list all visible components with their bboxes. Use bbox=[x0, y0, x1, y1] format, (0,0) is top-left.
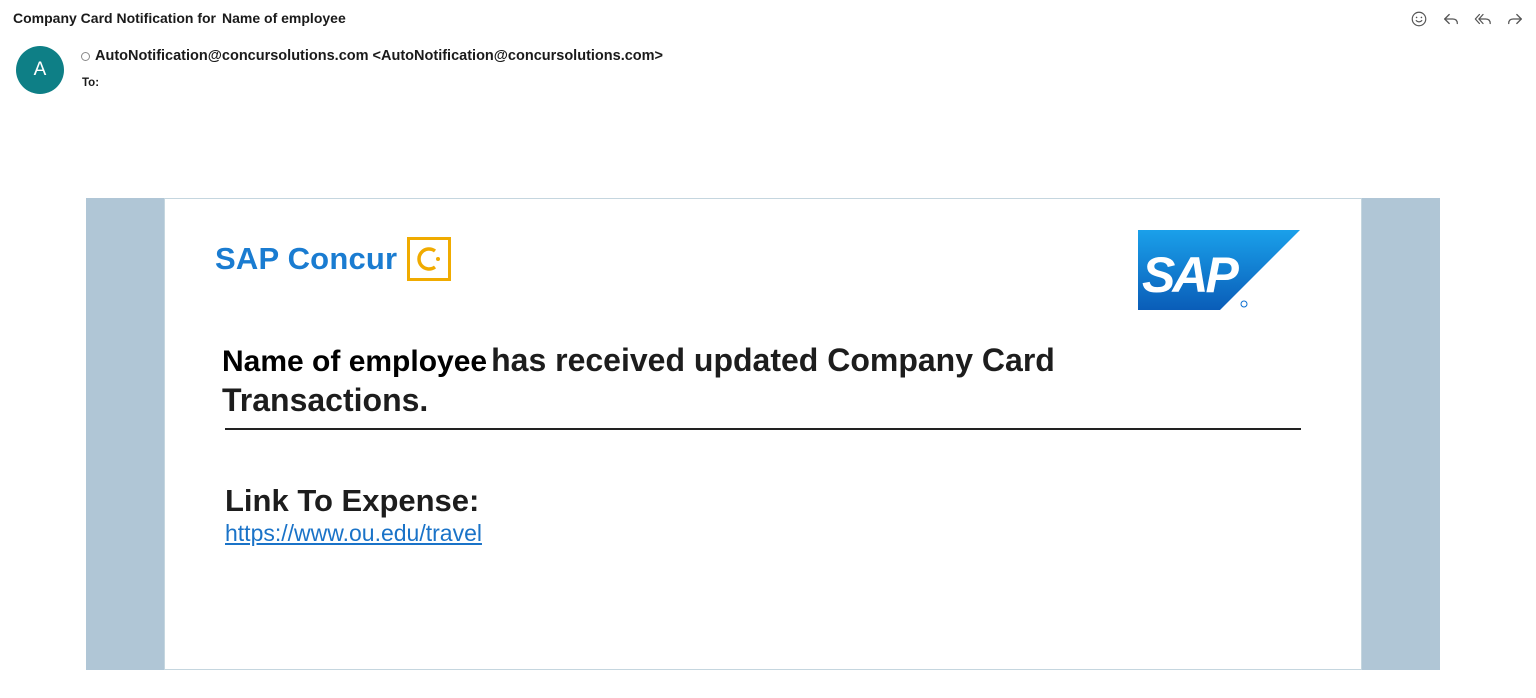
sap-concur-logo: SAP Concur bbox=[215, 237, 452, 281]
reply-button[interactable] bbox=[1440, 8, 1462, 30]
svg-text:SAP: SAP bbox=[1142, 247, 1239, 303]
sender-row: AutoNotification@concursolutions.com <Au… bbox=[81, 48, 663, 64]
email-subject: Company Card Notification for Name of emp… bbox=[13, 10, 346, 26]
sap-concur-wordmark: SAP Concur bbox=[215, 241, 398, 276]
employee-name: Name of employee bbox=[222, 345, 488, 378]
expense-link[interactable]: https://www.ou.edu/travel bbox=[225, 520, 482, 547]
email-body-frame: SAP Concur SAP Name of employee has rece… bbox=[86, 198, 1440, 670]
presence-status-icon bbox=[81, 51, 90, 61]
message-actions bbox=[1408, 8, 1526, 30]
email-reader: Company Card Notification for Name of emp… bbox=[0, 0, 1536, 698]
forward-button[interactable] bbox=[1504, 8, 1526, 30]
concur-c-icon bbox=[407, 237, 452, 281]
subject-employee-name: Name of employee bbox=[222, 10, 346, 26]
sender-avatar[interactable]: A bbox=[16, 46, 64, 94]
reply-all-button[interactable] bbox=[1472, 8, 1494, 30]
email-card: SAP Concur SAP Name of employee has rece… bbox=[164, 198, 1362, 670]
subject-text: Company Card Notification for bbox=[13, 10, 217, 26]
sender-address[interactable]: AutoNotification@concursolutions.com <Au… bbox=[95, 48, 663, 64]
emoji-react-button[interactable] bbox=[1408, 8, 1430, 30]
link-heading: Link To Expense: bbox=[225, 483, 480, 518]
emoji-react-icon bbox=[1411, 11, 1427, 27]
reply-icon bbox=[1444, 13, 1458, 25]
forward-icon bbox=[1508, 13, 1522, 25]
recipient-label: To: bbox=[82, 77, 100, 89]
reply-all-icon bbox=[1474, 13, 1491, 25]
divider bbox=[225, 428, 1301, 430]
notification-headline: Name of employee has received updated Com… bbox=[222, 341, 1222, 419]
sap-logo: SAP bbox=[1138, 230, 1300, 310]
